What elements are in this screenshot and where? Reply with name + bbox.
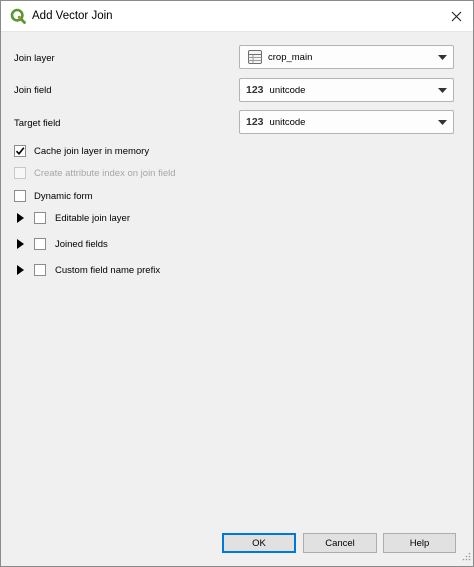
joined-fields-group[interactable]: Joined fields bbox=[14, 236, 108, 252]
cache-join-layer-label: Cache join layer in memory bbox=[34, 145, 150, 157]
target-field-value: unitcode bbox=[269, 116, 306, 128]
joined-fields-checkbox[interactable] bbox=[34, 238, 46, 250]
attribute-index-label: Create attribute index on join field bbox=[34, 167, 176, 179]
dynamic-form-checkbox[interactable] bbox=[14, 190, 26, 202]
close-button[interactable] bbox=[445, 5, 467, 27]
editable-join-layer-label: Editable join layer bbox=[55, 212, 130, 224]
joined-fields-label: Joined fields bbox=[55, 238, 108, 250]
join-field-value: unitcode bbox=[269, 84, 306, 96]
editable-join-layer-checkbox[interactable] bbox=[34, 212, 46, 224]
cache-join-layer-option[interactable]: Cache join layer in memory bbox=[14, 143, 149, 159]
target-field-label: Target field bbox=[14, 118, 61, 129]
join-layer-label: Join layer bbox=[14, 53, 55, 64]
close-icon bbox=[451, 11, 461, 21]
expand-arrow-icon[interactable] bbox=[14, 239, 26, 249]
attribute-index-option: Create attribute index on join field bbox=[14, 165, 176, 181]
table-layer-icon bbox=[244, 49, 266, 65]
dropdown-arrow-icon bbox=[433, 54, 451, 60]
join-layer-value: crop_main bbox=[268, 51, 313, 63]
dynamic-form-option[interactable]: Dynamic form bbox=[14, 188, 93, 204]
dynamic-form-label: Dynamic form bbox=[34, 190, 93, 202]
custom-prefix-group[interactable]: Custom field name prefix bbox=[14, 262, 160, 278]
resize-grip-icon[interactable] bbox=[461, 551, 471, 564]
target-field-combobox[interactable]: 123 unitcode bbox=[239, 110, 454, 134]
checkmark-icon bbox=[15, 147, 25, 156]
cancel-button[interactable]: Cancel bbox=[303, 533, 377, 553]
window-title: Add Vector Join bbox=[32, 10, 113, 22]
custom-prefix-label: Custom field name prefix bbox=[55, 264, 161, 276]
title-bar[interactable]: Add Vector Join bbox=[1, 1, 473, 32]
dropdown-arrow-icon bbox=[433, 87, 451, 93]
help-button[interactable]: Help bbox=[383, 533, 456, 553]
attribute-index-checkbox bbox=[14, 167, 26, 179]
integer-field-icon: 123 bbox=[246, 116, 264, 128]
expand-arrow-icon[interactable] bbox=[14, 213, 26, 223]
dropdown-arrow-icon bbox=[433, 119, 451, 125]
editable-join-layer-group[interactable]: Editable join layer bbox=[14, 210, 130, 226]
join-field-label: Join field bbox=[14, 85, 52, 96]
add-vector-join-dialog: Add Vector Join Join layer crop_main Joi… bbox=[0, 0, 474, 567]
ok-button[interactable]: OK bbox=[222, 533, 296, 553]
join-field-combobox[interactable]: 123 unitcode bbox=[239, 78, 454, 102]
custom-prefix-checkbox[interactable] bbox=[34, 264, 46, 276]
integer-field-icon: 123 bbox=[246, 84, 264, 96]
qgis-logo-icon bbox=[10, 8, 26, 24]
expand-arrow-icon[interactable] bbox=[14, 265, 26, 275]
join-layer-combobox[interactable]: crop_main bbox=[239, 45, 454, 69]
cache-join-layer-checkbox[interactable] bbox=[14, 145, 26, 157]
